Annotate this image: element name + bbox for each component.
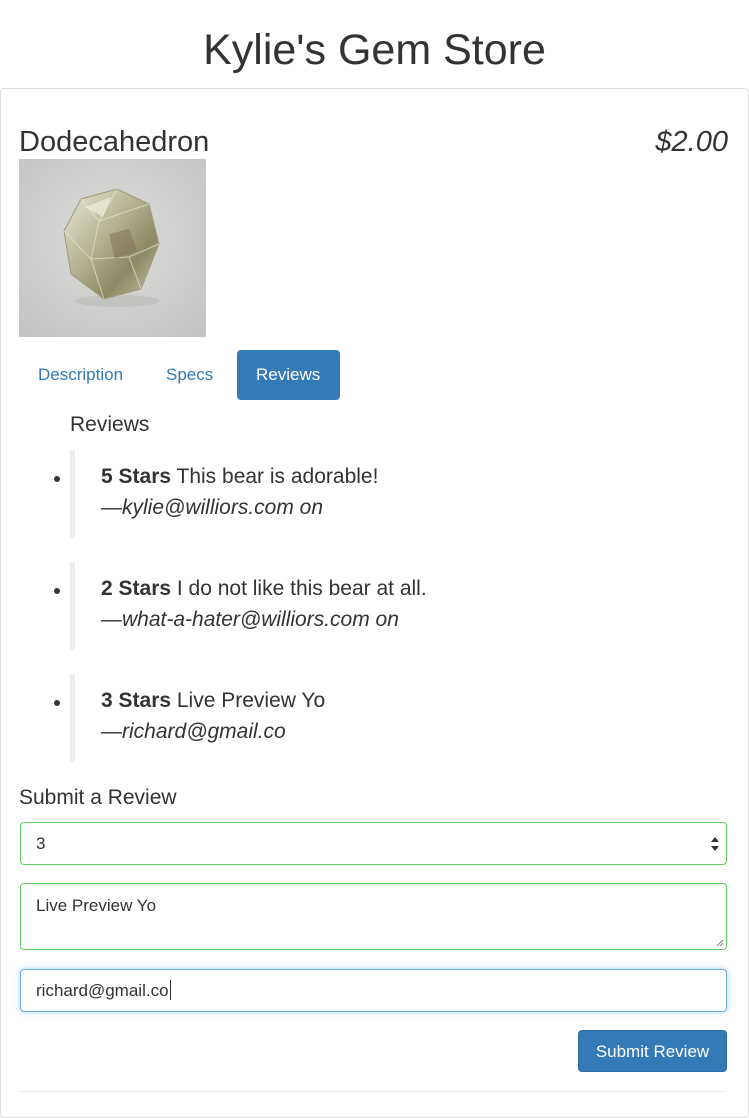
- product-price: $2.00: [655, 126, 728, 158]
- review-body: Live Preview Yo: [171, 689, 326, 712]
- resize-grip-icon[interactable]: [714, 937, 724, 947]
- review-item: 2 Stars I do not like this bear at all. …: [54, 562, 710, 650]
- store-title: Kylie's Gem Store: [203, 26, 546, 74]
- tab-specs[interactable]: Specs: [147, 350, 232, 400]
- tab-reviews[interactable]: Reviews: [237, 350, 340, 400]
- review-stars: 5 Stars: [101, 465, 172, 488]
- review-item: 5 Stars This bear is adorable! —kylie@wi…: [54, 450, 710, 538]
- rating-select-value: 3: [36, 834, 46, 853]
- bullet-icon: [54, 476, 60, 482]
- rating-select[interactable]: 3: [20, 822, 727, 865]
- submit-review-heading: Submit a Review: [19, 786, 177, 809]
- text-caret: [169, 980, 171, 1000]
- bullet-icon: [54, 700, 60, 706]
- select-arrows-icon: [711, 837, 719, 851]
- reviews-heading: Reviews: [70, 413, 150, 436]
- review-body: This bear is adorable!: [171, 465, 379, 488]
- product-name: Dodecahedron: [19, 126, 210, 158]
- submit-review-button[interactable]: Submit Review: [578, 1030, 727, 1072]
- review-author: —kylie@williors.com on: [101, 496, 324, 519]
- divider: [19, 1091, 726, 1092]
- author-email-value: richard@gmail.co: [36, 981, 169, 1000]
- review-stars: 3 Stars: [101, 689, 172, 712]
- review-body: I do not like this bear at all.: [171, 577, 427, 600]
- review-item: 3 Stars Live Preview Yo —richard@gmail.c…: [54, 674, 710, 762]
- bullet-icon: [54, 588, 60, 594]
- review-author: —richard@gmail.co: [101, 720, 286, 743]
- review-stars: 2 Stars: [101, 577, 172, 600]
- product-image: [19, 159, 206, 337]
- review-body-value: Live Preview Yo: [36, 896, 157, 915]
- author-email-input[interactable]: richard@gmail.co: [20, 969, 727, 1012]
- gem-photo-icon: [19, 159, 206, 337]
- tab-description[interactable]: Description: [19, 350, 142, 400]
- review-author: —what-a-hater@williors.com on: [101, 608, 399, 631]
- review-body-textarea[interactable]: Live Preview Yo: [20, 883, 727, 950]
